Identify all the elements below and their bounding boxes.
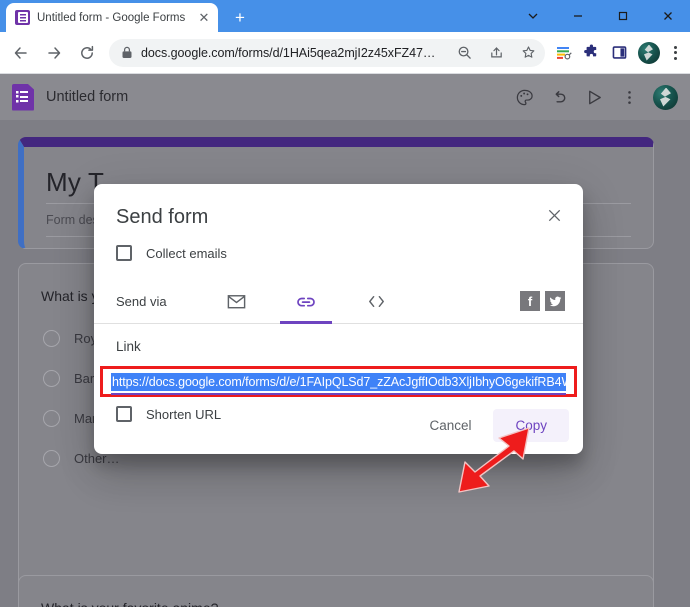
browser-toolbar: docs.google.com/forms/d/1HAi5qea2mjI2z45… — [0, 32, 690, 74]
google-forms-logo-icon[interactable] — [12, 83, 34, 111]
social-share-buttons: f — [520, 291, 565, 311]
embed-code-icon — [368, 295, 384, 308]
browser-tab-strip: Untitled form - Google Forms ✕ + — [0, 0, 690, 32]
chrome-menu-icon[interactable] — [665, 40, 687, 66]
puzzle-extensions-icon[interactable] — [579, 40, 605, 66]
google-forms-page: Untitled form My T Form desc What is y R… — [0, 74, 690, 607]
window-minimize-icon[interactable] — [555, 0, 600, 32]
link-input-value: https://docs.google.com/forms/d/e/1FAIpQ… — [111, 373, 566, 391]
collect-emails-row[interactable]: Collect emails — [116, 245, 227, 261]
annotation-arrow — [458, 427, 530, 493]
window-close-icon[interactable] — [645, 0, 690, 32]
shorten-url-checkbox[interactable] — [116, 406, 132, 422]
close-tab-icon[interactable]: ✕ — [196, 10, 212, 26]
address-bar[interactable]: docs.google.com/forms/d/1HAi5qea2mjI2z45… — [109, 38, 545, 67]
reading-list-icon[interactable] — [551, 40, 577, 66]
question-title-1[interactable]: What is y — [41, 288, 99, 304]
forward-icon[interactable] — [39, 38, 68, 68]
back-icon[interactable] — [6, 38, 35, 68]
shorten-url-label: Shorten URL — [146, 406, 222, 422]
browser-tab-title: Untitled form - Google Forms — [37, 11, 186, 24]
question-title-2[interactable]: What is your favorite anime? — [41, 600, 218, 607]
share-icon[interactable] — [485, 41, 509, 65]
envelope-icon — [227, 295, 245, 309]
send-via-tabs: Send via f — [94, 279, 583, 324]
link-highlight-box: https://docs.google.com/forms/d/e/1FAIpQ… — [100, 366, 577, 397]
send-via-label: Send via — [116, 294, 167, 309]
radio-icon[interactable] — [43, 330, 60, 347]
bookmark-star-icon[interactable] — [517, 41, 541, 65]
send-form-dialog: Send form Collect emails Send via f Link… — [94, 184, 583, 454]
side-panel-icon[interactable] — [607, 40, 633, 66]
radio-icon[interactable] — [43, 410, 60, 427]
profile-avatar[interactable] — [637, 41, 660, 64]
lock-icon — [121, 46, 133, 59]
link-icon — [297, 297, 315, 307]
tab-search-chevron-down-icon[interactable] — [510, 0, 555, 32]
zoom-out-icon[interactable] — [453, 41, 477, 65]
undo-icon[interactable] — [548, 86, 570, 108]
twitter-share-icon[interactable] — [545, 291, 565, 311]
reload-icon[interactable] — [72, 38, 101, 68]
collect-emails-checkbox[interactable] — [116, 245, 132, 261]
google-forms-favicon-icon — [15, 10, 30, 25]
address-bar-url: docs.google.com/forms/d/1HAi5qea2mjI2z45… — [141, 45, 445, 60]
forms-header-actions — [513, 84, 690, 110]
tab-send-email[interactable] — [202, 279, 270, 324]
window-controls — [510, 0, 690, 32]
new-tab-button[interactable]: + — [228, 6, 252, 30]
dialog-title: Send form — [116, 206, 209, 228]
window-maximize-icon[interactable] — [600, 0, 645, 32]
link-label: Link — [116, 339, 141, 354]
shorten-url-row[interactable]: Shorten URL — [116, 406, 221, 422]
palette-icon[interactable] — [513, 86, 535, 108]
account-avatar[interactable] — [653, 84, 678, 110]
facebook-share-icon[interactable]: f — [520, 291, 540, 311]
close-icon[interactable] — [541, 202, 567, 228]
forms-app-header: Untitled form — [0, 74, 690, 120]
radio-icon[interactable] — [43, 450, 60, 467]
more-vert-icon[interactable] — [618, 86, 640, 108]
screenshot-root: Untitled form - Google Forms ✕ + docs.go… — [0, 0, 690, 607]
radio-icon[interactable] — [43, 370, 60, 387]
collect-emails-label: Collect emails — [146, 245, 227, 261]
tab-send-link[interactable] — [272, 279, 340, 324]
extensions-area — [551, 40, 690, 66]
question-card-2[interactable]: What is your favorite anime? Naruto — [18, 575, 654, 607]
tab-embed-html[interactable] — [342, 279, 410, 324]
document-title[interactable]: Untitled form — [46, 89, 501, 105]
send-icon[interactable] — [583, 86, 605, 108]
browser-tab[interactable]: Untitled form - Google Forms ✕ — [6, 3, 218, 32]
link-input[interactable]: https://docs.google.com/forms/d/e/1FAIpQ… — [111, 373, 566, 395]
